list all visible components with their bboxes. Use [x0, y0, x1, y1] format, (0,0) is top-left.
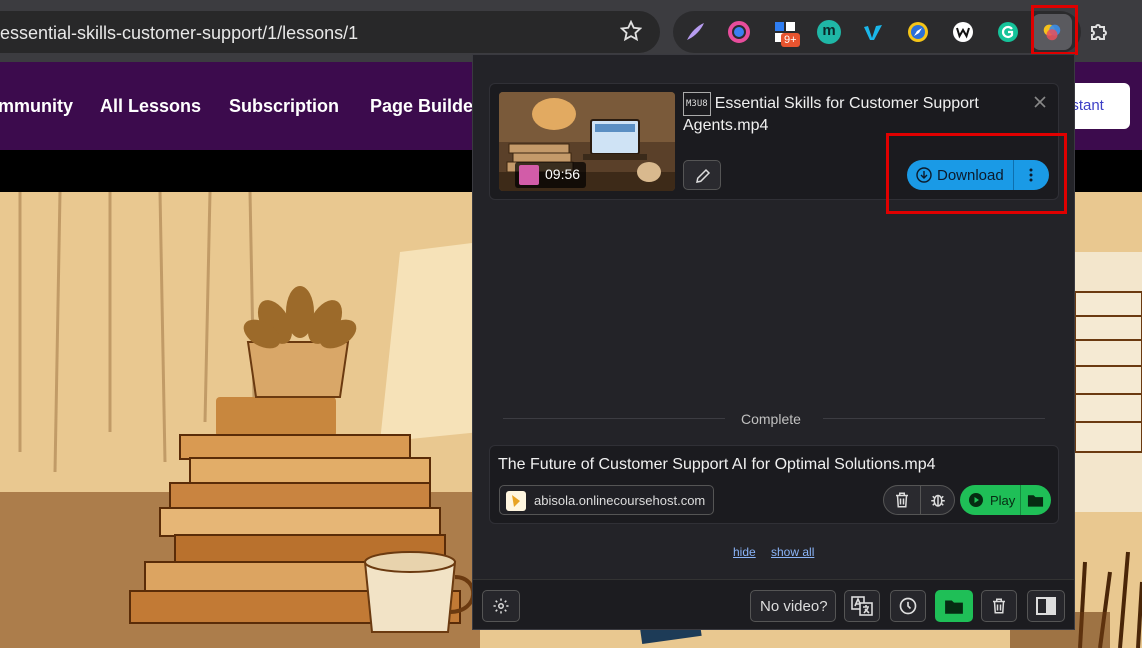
video-thumbnail[interactable]: 09:56 — [499, 92, 675, 191]
play-separator — [1020, 485, 1021, 515]
settings-button[interactable] — [482, 590, 520, 622]
source-site-chip[interactable]: abisola.onlinecoursehost.com — [499, 485, 715, 515]
open-folder-button[interactable] — [935, 590, 973, 622]
favicon-graphic — [512, 495, 520, 507]
compass-icon[interactable] — [906, 20, 930, 44]
highlight-box-extension — [1031, 5, 1078, 55]
bookmark-star-icon[interactable] — [620, 20, 642, 42]
clock-icon — [899, 597, 917, 615]
side-panel-icon — [1036, 597, 1056, 615]
highlight-box-download — [886, 133, 1067, 214]
show-all-link[interactable]: show all — [771, 545, 814, 559]
play-split-button: Play — [960, 485, 1051, 515]
popup-footer: No video? — [473, 579, 1074, 629]
address-bar[interactable]: essential-skills-customer-support/1/less… — [0, 11, 660, 53]
video-duration: 09:56 — [515, 162, 587, 188]
quill-icon[interactable] — [683, 20, 707, 44]
m-icon[interactable]: m — [817, 20, 841, 44]
duration-thumb-icon — [519, 165, 539, 185]
bug-icon[interactable] — [929, 491, 947, 509]
actions-separator — [920, 486, 921, 514]
completed-video-card: The Future of Customer Support AI for Op… — [489, 445, 1059, 524]
trash-icon[interactable] — [893, 491, 911, 509]
puzzle-icon[interactable] — [1088, 20, 1112, 44]
site-favicon-icon — [506, 491, 526, 511]
play-icon — [969, 493, 983, 507]
w-icon[interactable] — [951, 20, 975, 44]
rename-button[interactable] — [683, 160, 721, 190]
translate-icon — [851, 596, 873, 616]
grammarly-icon[interactable] — [996, 20, 1020, 44]
extension-badge: 9+ — [781, 33, 800, 47]
section-complete-label: Complete — [741, 411, 801, 427]
active-video-title: M3U8 Essential Skills for Customer Suppor… — [683, 92, 1013, 136]
nav-subscription[interactable]: Subscription — [229, 96, 339, 117]
nav-all-lessons[interactable]: All Lessons — [100, 96, 201, 117]
extensions-bar: 9+ m — [673, 11, 1081, 53]
close-icon[interactable] — [1034, 96, 1046, 108]
side-panel-button[interactable] — [1027, 590, 1065, 622]
folder-icon — [945, 600, 963, 614]
section-divider-right — [823, 418, 1045, 419]
section-divider-left — [503, 418, 725, 419]
ring-icon[interactable] — [727, 20, 751, 44]
vimeo-icon[interactable] — [861, 20, 885, 44]
pencil-icon — [696, 168, 711, 183]
clear-button[interactable] — [981, 590, 1017, 622]
nav-page-builder[interactable]: Page Builder — [370, 96, 480, 117]
translate-button[interactable] — [844, 590, 880, 622]
no-video-button[interactable]: No video? — [750, 590, 836, 622]
trash-icon — [993, 598, 1005, 614]
completed-video-title: The Future of Customer Support AI for Op… — [498, 456, 936, 473]
completed-actions-group — [883, 485, 955, 515]
hide-link[interactable]: hide — [733, 545, 756, 559]
screen: essential-skills-customer-support/1/less… — [0, 0, 1142, 648]
url-text: essential-skills-customer-support/1/less… — [0, 23, 359, 43]
gear-icon — [493, 598, 509, 614]
history-button[interactable] — [890, 590, 926, 622]
nav-community[interactable]: mmunity — [0, 96, 73, 117]
browser-toolbar: essential-skills-customer-support/1/less… — [0, 0, 1142, 62]
video-downloader-popup: 09:56 M3U8 Essential Skills for Customer … — [472, 54, 1075, 630]
format-badge: M3U8 — [683, 92, 711, 116]
folder-icon[interactable] — [1027, 492, 1044, 508]
play-button[interactable]: Play — [960, 485, 1020, 515]
